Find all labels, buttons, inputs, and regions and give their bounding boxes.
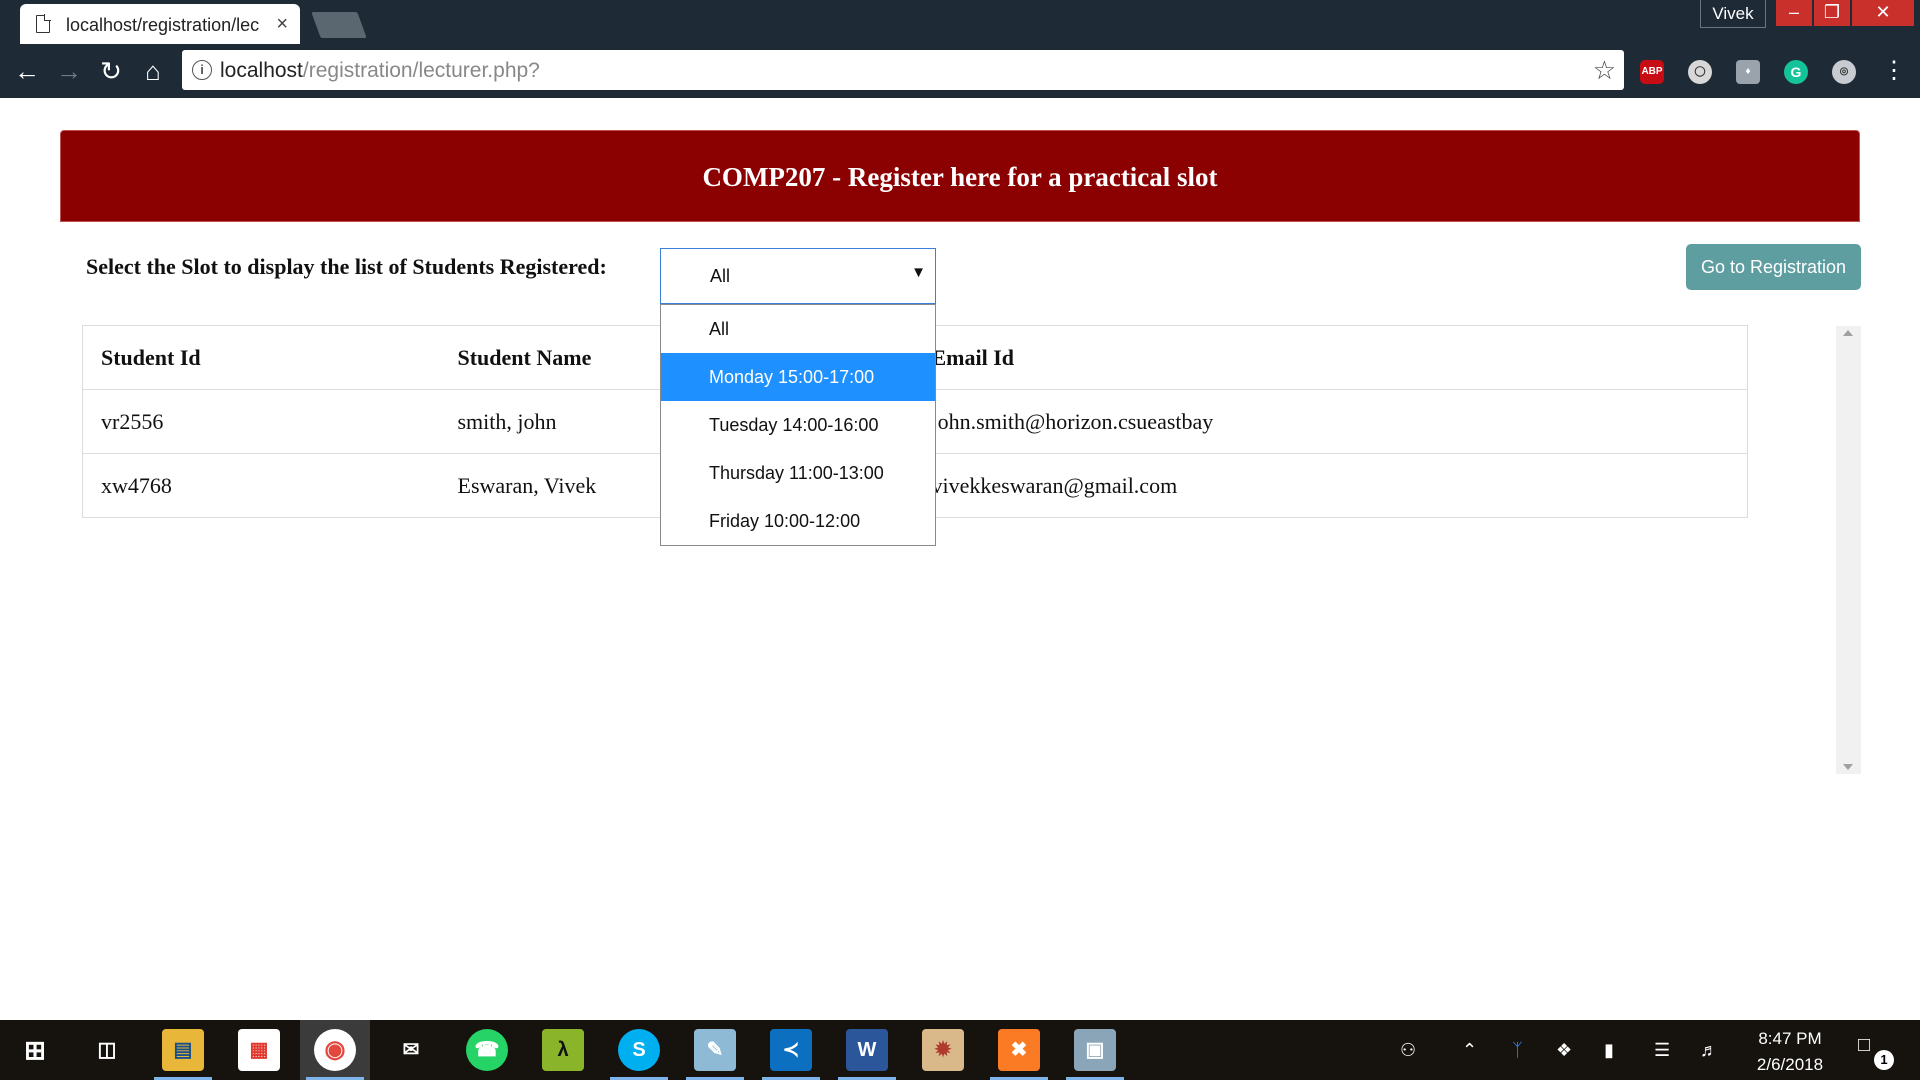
clock-date: 2/6/2018	[1756, 1055, 1824, 1074]
column-header: Student Id	[82, 325, 440, 390]
dropdown-arrow-icon: ▼	[911, 264, 926, 281]
back-icon[interactable]: ←	[10, 54, 44, 88]
tray-chevron-up-icon[interactable]: ⌃	[1462, 1038, 1477, 1062]
store-icon[interactable]: ▦	[238, 1029, 280, 1071]
restore-button[interactable]: ❐	[1814, 0, 1850, 26]
close-window-button[interactable]: ✕	[1852, 0, 1914, 26]
whatsapp-icon[interactable]: ☎	[466, 1029, 508, 1071]
extension-puzzle-icon[interactable]: ♦	[1736, 60, 1760, 84]
slot-option-monday[interactable]: Monday 15:00-17:00	[661, 353, 935, 401]
slot-select-value: All	[710, 266, 731, 286]
grammarly-extension-icon[interactable]: G	[1784, 60, 1808, 84]
task-view-icon[interactable]: ◫	[86, 1029, 128, 1071]
email-cell: john.smith@horizon.csueastbay	[913, 389, 1748, 454]
student-id-cell: xw4768	[82, 453, 440, 518]
system-clock[interactable]: 8:47 PM 2/6/2018	[1738, 1026, 1842, 1078]
browser-menu-icon[interactable]: ⋮	[1882, 56, 1906, 86]
extension-globe-icon[interactable]: ◯	[1688, 60, 1712, 84]
word-icon[interactable]: W	[846, 1029, 888, 1071]
app-installer-icon[interactable]: ▣	[1074, 1029, 1116, 1071]
windows-start-icon[interactable]: ⊞	[14, 1029, 56, 1071]
adblock-extension-icon[interactable]: ABP	[1640, 60, 1664, 84]
slot-dropdown-list: All Monday 15:00-17:00 Tuesday 14:00-16:…	[660, 304, 936, 546]
notepad-icon[interactable]: ✎	[694, 1029, 736, 1071]
page-title: COMP207 - Register here for a practical …	[702, 162, 1218, 192]
email-cell: vivekkeswaran@gmail.com	[913, 453, 1748, 518]
profile-button[interactable]: Vivek	[1700, 0, 1766, 28]
chrome-icon[interactable]: ◉	[314, 1029, 356, 1071]
scroll-down-arrow-icon[interactable]	[1843, 764, 1853, 770]
bluetooth-icon[interactable]: ᛉ	[1512, 1038, 1523, 1062]
extension-eye-icon[interactable]: ◎	[1832, 60, 1856, 84]
url-host: localhost	[220, 59, 303, 82]
browser-tab-bar: localhost/registration/lec × Vivek – ❐ ✕	[0, 0, 1920, 44]
file-explorer-icon[interactable]: ▤	[162, 1029, 204, 1071]
people-icon[interactable]: ⚇	[1400, 1038, 1416, 1062]
close-icon[interactable]: ×	[276, 12, 288, 36]
column-header: Email Id	[913, 325, 1748, 390]
forward-icon[interactable]: →	[52, 54, 86, 88]
browser-toolbar: ← → ↻ ⌂ i localhost/registration/lecture…	[0, 44, 1920, 98]
vscode-icon[interactable]: ≺	[770, 1029, 812, 1071]
dropbox-icon[interactable]: ❖	[1556, 1038, 1572, 1062]
url-path: /registration/lecturer.php?	[302, 59, 540, 82]
scroll-up-arrow-icon[interactable]	[1843, 330, 1853, 336]
info-icon[interactable]: i	[192, 60, 212, 80]
lambda-app-icon[interactable]: λ	[542, 1029, 584, 1071]
minimize-button[interactable]: –	[1776, 0, 1812, 26]
tab-title: localhost/registration/lec	[66, 15, 260, 35]
go-to-registration-button[interactable]: Go to Registration	[1686, 244, 1861, 290]
slot-option-friday[interactable]: Friday 10:00-12:00	[661, 497, 935, 545]
reload-icon[interactable]: ↻	[94, 54, 128, 88]
wifi-icon[interactable]: ☰	[1654, 1038, 1670, 1062]
notification-count-badge: 1	[1874, 1050, 1894, 1070]
student-id-cell: vr2556	[82, 389, 440, 454]
address-bar[interactable]: i localhost/registration/lecturer.php? ☆	[182, 50, 1624, 90]
page-scrollbar[interactable]	[1836, 326, 1861, 774]
skype-icon[interactable]: S	[618, 1029, 660, 1071]
page-banner: COMP207 - Register here for a practical …	[60, 130, 1860, 222]
slot-option-thursday[interactable]: Thursday 11:00-13:00	[661, 449, 935, 497]
document-icon	[36, 14, 51, 33]
windows-taskbar: ⊞ ◫ ▤ ▦ ◉ ✉ ☎ λ S ✎ ≺ W ✹ ✖ ▣ ⚇ ⌃ ᛉ ❖ ▮ …	[0, 1020, 1920, 1080]
browser-tab[interactable]: localhost/registration/lec ×	[20, 4, 300, 44]
slot-option-all[interactable]: All	[661, 305, 935, 353]
slot-select[interactable]: All ▼	[660, 248, 936, 304]
url-text: localhost/registration/lecturer.php?	[220, 59, 540, 83]
paint-icon[interactable]: ✹	[922, 1029, 964, 1071]
mail-icon[interactable]: ✉	[390, 1029, 432, 1071]
slot-select-label: Select the Slot to display the list of S…	[86, 254, 607, 279]
home-icon[interactable]: ⌂	[136, 54, 170, 88]
volume-icon[interactable]: ♬	[1700, 1038, 1718, 1062]
battery-icon[interactable]: ▮	[1604, 1038, 1614, 1062]
new-tab-button[interactable]	[311, 12, 367, 38]
bookmark-star-icon[interactable]: ☆	[1593, 55, 1616, 85]
clock-time: 8:47 PM	[1758, 1029, 1822, 1048]
slot-option-tuesday[interactable]: Tuesday 14:00-16:00	[661, 401, 935, 449]
xampp-icon[interactable]: ✖	[998, 1029, 1040, 1071]
